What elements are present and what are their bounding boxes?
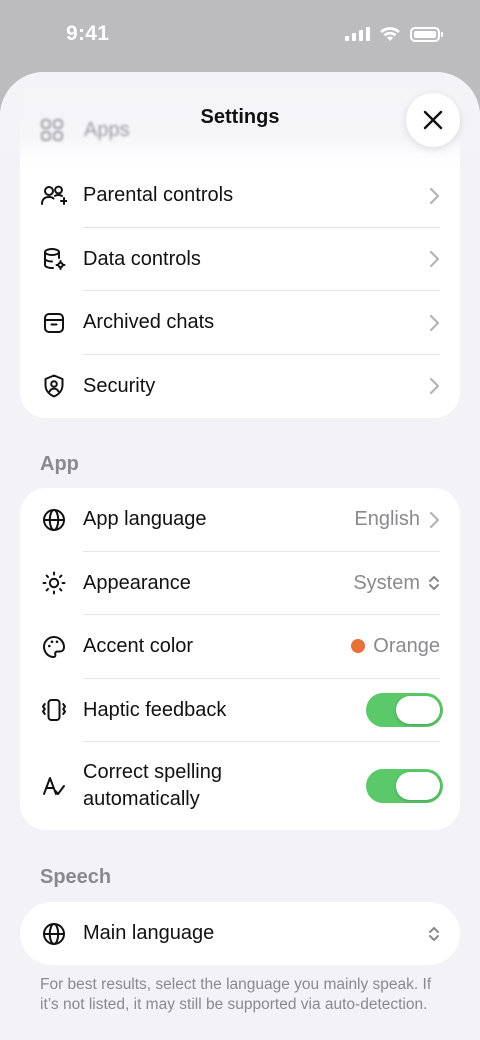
wifi-icon: [380, 27, 400, 41]
people-add-icon: [41, 183, 67, 209]
section-header-speech: Speech: [40, 866, 112, 888]
ghost-item-apps: Apps: [40, 118, 130, 142]
settings-item-label: Appearance: [83, 571, 191, 594]
chevron-up-down-icon: [429, 926, 439, 941]
palette-icon: [41, 634, 67, 660]
close-button[interactable]: [406, 93, 460, 147]
speech-footnote: For best results, select the language yo…: [40, 976, 432, 1013]
settings-item-label: Archived chats: [83, 311, 215, 334]
settings-item-label: Parental controls: [83, 184, 234, 207]
ghost-item-label: Apps: [84, 118, 130, 141]
shield-user-icon: [41, 373, 67, 399]
chevron-right-icon: [429, 251, 440, 268]
settings-item-label: Accent color: [83, 635, 194, 658]
settings-item-app-language[interactable]: App language English: [20, 488, 460, 552]
chevron-right-icon: [429, 378, 440, 395]
settings-item-main-language[interactable]: Main language: [20, 902, 460, 965]
settings-item-label: Correct spelling automatically: [83, 761, 222, 810]
phone-vibrate-icon: [41, 697, 67, 723]
app-settings-card: App language English Appearance System A…: [20, 488, 460, 830]
settings-item-label: App language: [83, 508, 207, 531]
chevron-up-down-icon: [429, 576, 439, 591]
settings-item-correct-spelling: Correct spelling automatically: [20, 742, 460, 830]
globe-icon: [41, 921, 67, 947]
speech-settings-card: Main language: [20, 902, 460, 965]
apps-icon: [41, 119, 63, 141]
haptic-feedback-toggle[interactable]: [366, 693, 443, 728]
sun-icon: [41, 570, 67, 596]
settings-sheet: Settings Apps Parental controls Data con…: [0, 72, 480, 1040]
correct-spelling-toggle[interactable]: [366, 769, 443, 803]
settings-item-data-controls[interactable]: Data controls: [20, 228, 460, 291]
app-language-value: English: [354, 508, 420, 531]
status-time: 9:41: [66, 22, 110, 45]
signal-icon: [345, 27, 370, 41]
settings-item-parental-controls[interactable]: Parental controls: [20, 164, 460, 228]
database-settings-icon: [41, 246, 67, 272]
settings-item-label: Security: [83, 374, 156, 397]
account-settings-list: Parental controls Data controls Archived…: [20, 164, 460, 418]
settings-item-security[interactable]: Security: [20, 355, 460, 419]
section-header-app: App: [40, 453, 79, 475]
status-bar: 9:41: [0, 0, 480, 72]
chevron-right-icon: [429, 511, 440, 528]
chevron-right-icon: [429, 314, 440, 331]
settings-item-accent-color[interactable]: Accent color Orange: [20, 615, 460, 679]
accent-color-swatch: [351, 639, 366, 654]
settings-item-archived-chats[interactable]: Archived chats: [20, 291, 460, 355]
settings-item-label: Haptic feedback: [83, 698, 227, 721]
spellcheck-icon: [41, 773, 67, 799]
chevron-right-icon: [429, 187, 440, 204]
settings-item-label: Data controls: [83, 247, 201, 270]
settings-item-label: Main language: [83, 922, 215, 944]
settings-item-haptic-feedback: Haptic feedback: [20, 679, 460, 742]
archive-icon: [41, 310, 67, 336]
status-icons: [345, 26, 443, 42]
globe-icon: [41, 507, 67, 533]
appearance-value: System: [353, 571, 420, 594]
battery-icon: [410, 26, 443, 42]
accent-color-value: Orange: [351, 635, 440, 658]
close-icon: [423, 110, 443, 130]
settings-item-appearance[interactable]: Appearance System: [20, 552, 460, 615]
